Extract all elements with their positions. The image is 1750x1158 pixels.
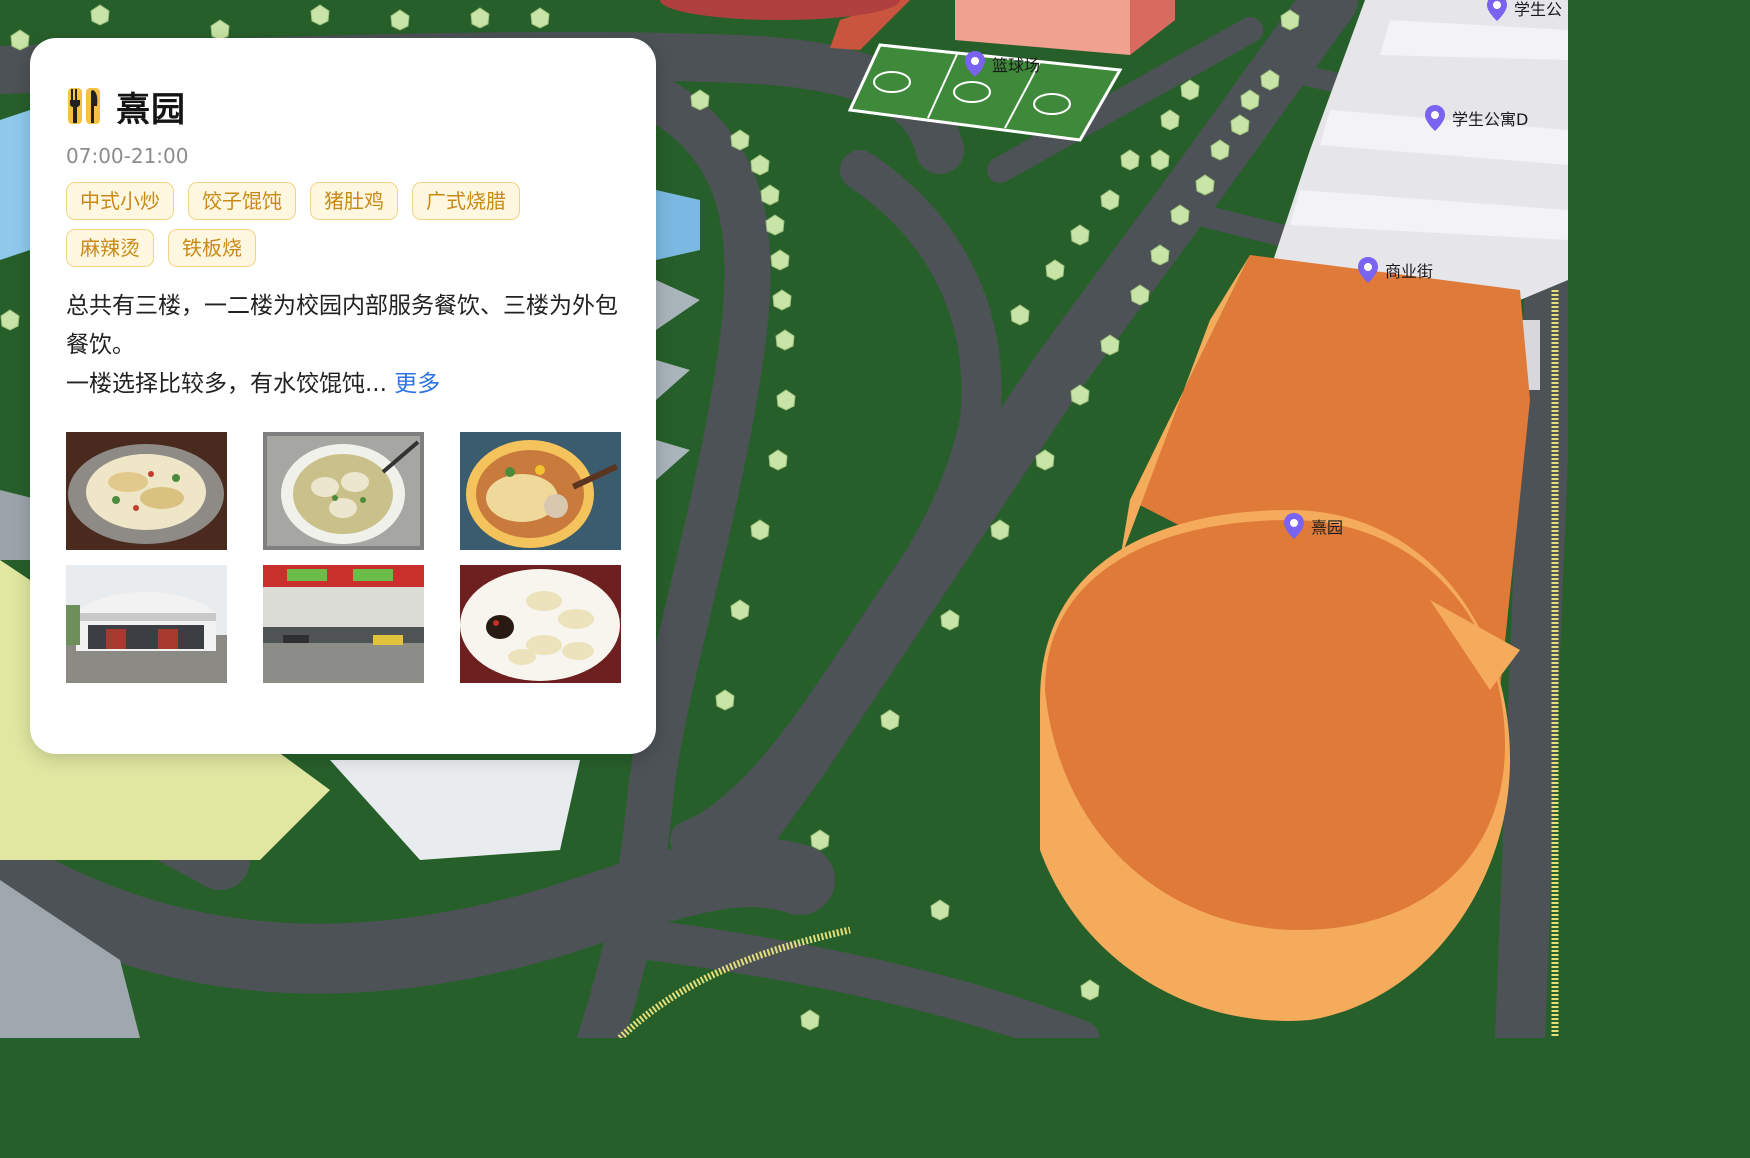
photo-wonton-soup[interactable] xyxy=(263,432,424,550)
poi-label: 学生公寓D xyxy=(1452,110,1529,129)
tag-chip[interactable]: 麻辣烫 xyxy=(66,229,154,267)
poi-basketball[interactable]: 篮球场 xyxy=(964,50,1040,78)
canteen-photo-image xyxy=(263,565,424,683)
poi-dorm-d[interactable]: 学生公寓D xyxy=(1424,104,1528,132)
poi-info-card: 熹园 07:00-21:00 中式小炒 饺子馄饨 猪肚鸡 广式烧腊 麻辣烫 铁板… xyxy=(30,38,656,754)
poi-label: 熹园 xyxy=(1311,518,1344,537)
location-pin-icon xyxy=(1425,105,1445,131)
food-photo-image xyxy=(66,432,227,550)
tag-chip[interactable]: 猪肚鸡 xyxy=(310,182,398,220)
location-pin-icon xyxy=(965,51,985,77)
description-line-2: 一楼选择比较多，有水饺馄饨... xyxy=(66,371,387,397)
photo-fried-rice-noodle-rolls[interactable] xyxy=(66,432,227,550)
food-photo-image xyxy=(263,432,424,550)
location-pin-icon xyxy=(1284,513,1304,539)
poi-label: 商业街 xyxy=(1385,262,1434,281)
description: 总共有三楼，一二楼为校园内部服务餐饮、三楼为外包餐饮。 一楼选择比较多，有水饺馄… xyxy=(66,287,626,404)
location-pin-icon xyxy=(1358,257,1378,283)
tag-list: 中式小炒 饺子馄饨 猪肚鸡 广式烧腊 麻辣烫 铁板烧 xyxy=(66,182,586,267)
poi-commercial-street[interactable]: 商业街 xyxy=(1357,256,1433,284)
canteen-photo-image xyxy=(66,565,227,683)
photo-dumplings-with-sauce[interactable] xyxy=(460,565,621,683)
photo-noodle-soup[interactable] xyxy=(460,432,621,550)
poi-label: 篮球场 xyxy=(992,56,1041,75)
tag-chip[interactable]: 铁板烧 xyxy=(168,229,256,267)
food-photo-image xyxy=(460,565,621,683)
opening-hours: 07:00-21:00 xyxy=(66,144,189,168)
tag-chip[interactable]: 中式小炒 xyxy=(66,182,174,220)
photo-canteen-interior[interactable] xyxy=(263,565,424,683)
photo-canteen-exterior[interactable] xyxy=(66,565,227,683)
more-link[interactable]: 更多 xyxy=(394,371,440,397)
card-title: 熹园 xyxy=(116,89,186,130)
poi-label: 学生公 xyxy=(1514,0,1563,19)
description-line-1: 总共有三楼，一二楼为校园内部服务餐饮、三楼为外包餐饮。 xyxy=(66,293,618,358)
poi-xiyuan[interactable]: 熹园 xyxy=(1283,512,1343,540)
location-pin-icon xyxy=(1487,0,1507,21)
tag-chip[interactable]: 饺子馄饨 xyxy=(188,182,296,220)
photo-grid xyxy=(66,432,621,683)
food-photo-image xyxy=(460,432,621,550)
tag-chip[interactable]: 广式烧腊 xyxy=(412,182,520,220)
fork-knife-icon xyxy=(68,88,100,124)
poi-dorm-top[interactable]: 学生公 xyxy=(1486,0,1562,22)
card-header: 熹园 xyxy=(66,84,620,130)
